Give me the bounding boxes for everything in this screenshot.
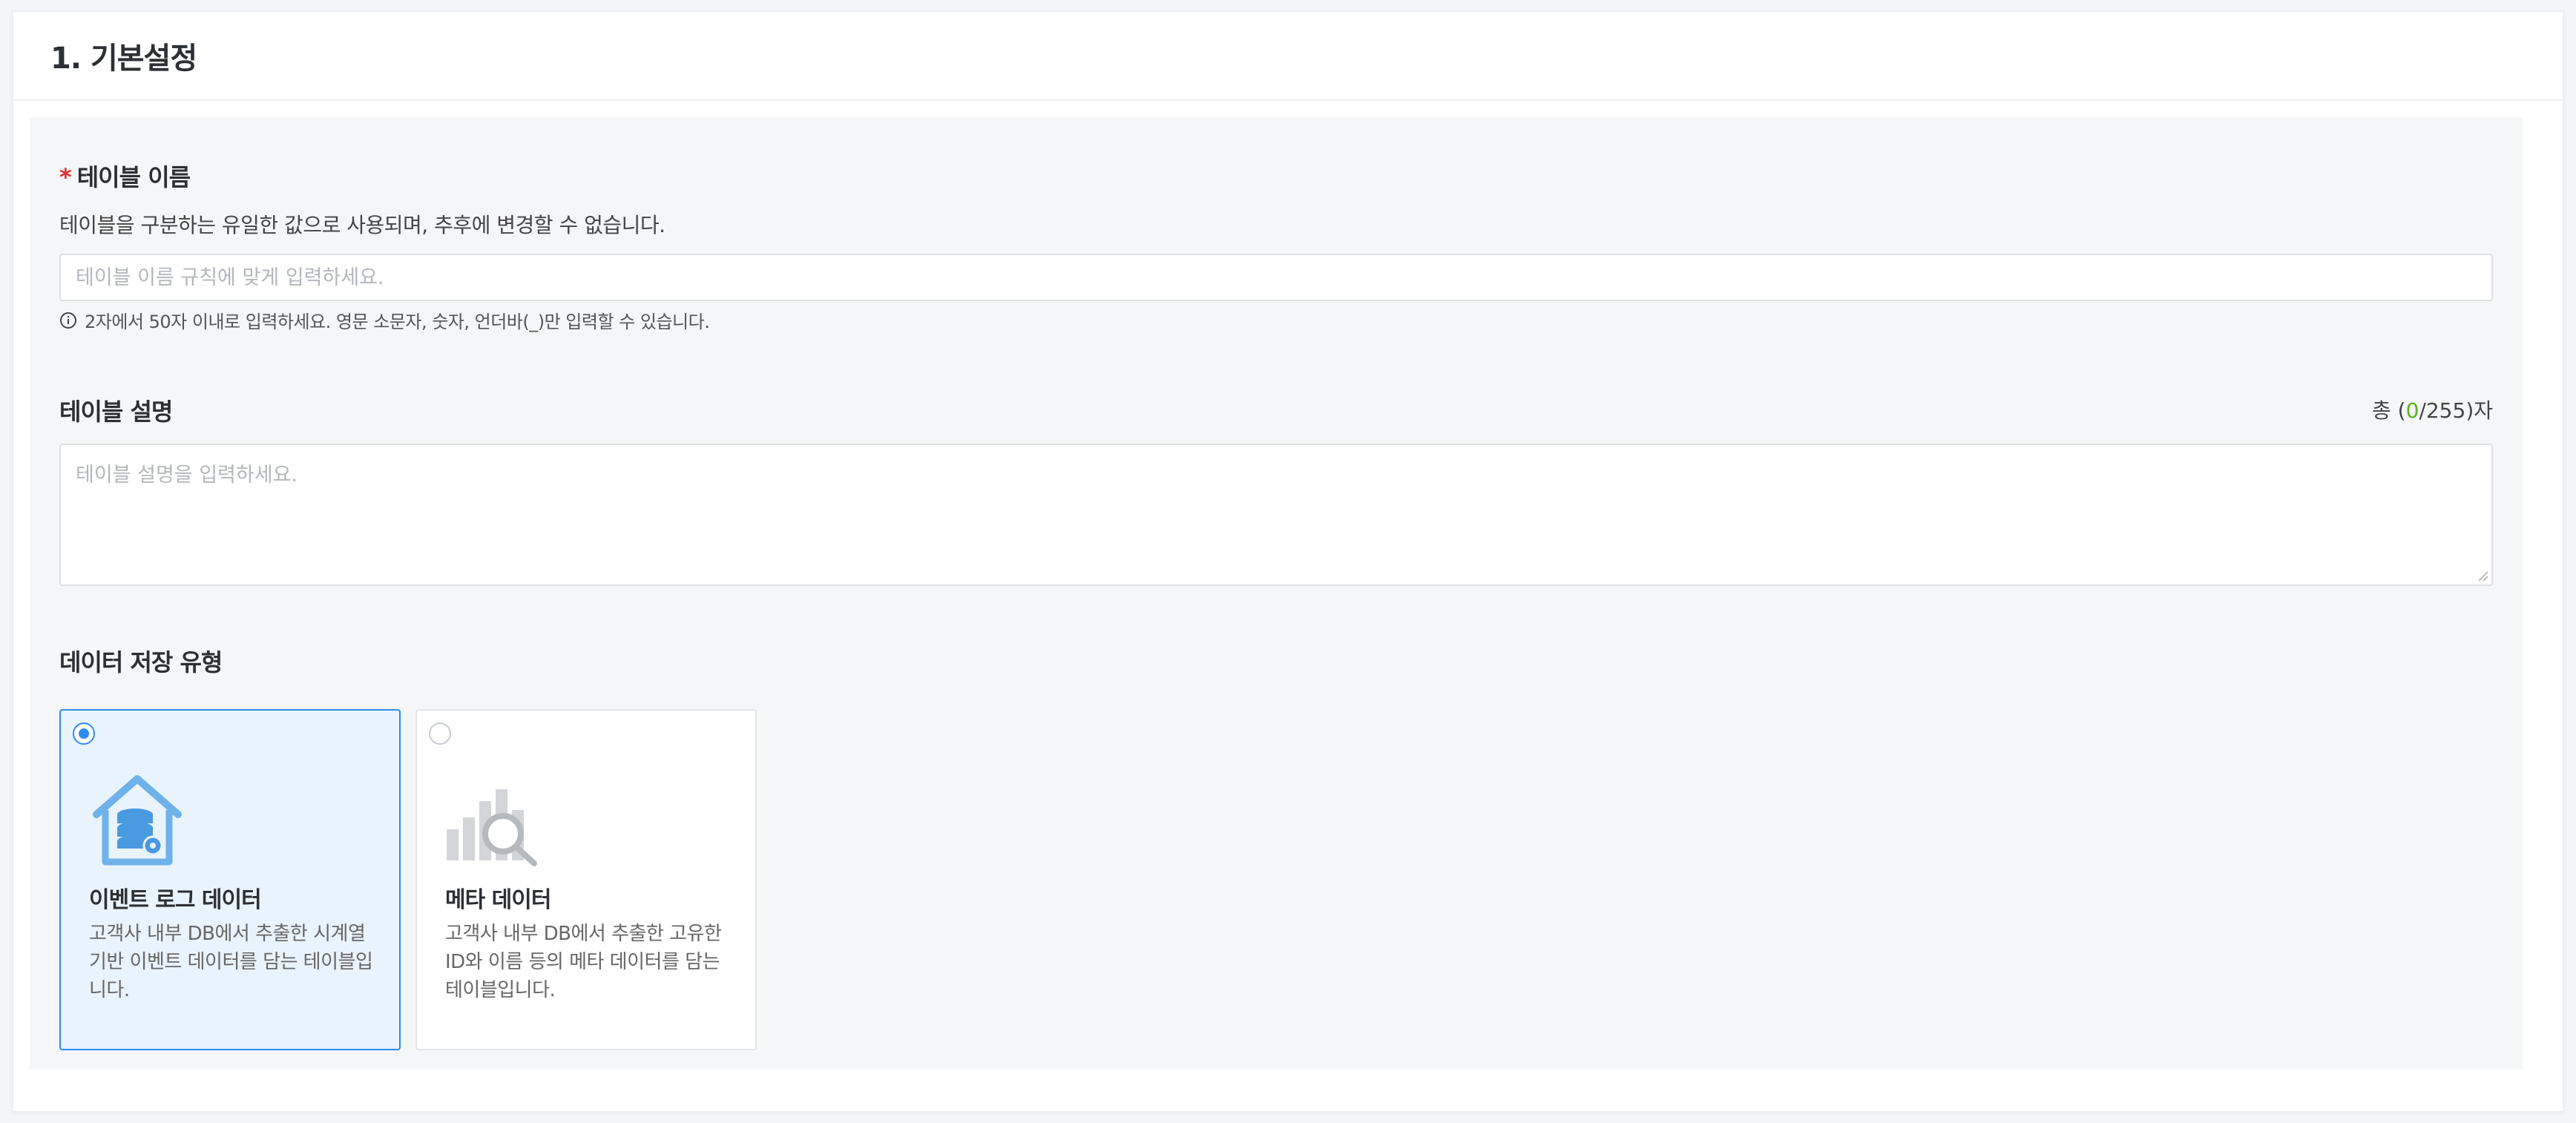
table-name-input[interactable] [61, 255, 2491, 300]
table-description-label: 테이블 설명 [59, 398, 173, 426]
radio-button-selected[interactable] [73, 722, 95, 745]
table-description-field[interactable] [59, 444, 2493, 586]
database-house-icon [93, 775, 182, 866]
option-title: 이벤트 로그 데이터 [89, 887, 262, 913]
resize-grip-icon[interactable] [2475, 568, 2488, 582]
char-count: 0 [2405, 398, 2419, 423]
radio-button-unselected[interactable] [429, 722, 451, 745]
option-description: 고객사 내부 DB에서 추출한 시계열 기반 이벤트 데이터를 담는 테이블입니… [89, 923, 373, 1001]
table-name-description: 테이블을 구분하는 유일한 값으로 사용되며, 추후에 변경할 수 없습니다. [59, 213, 666, 237]
storage-type-label: 데이터 저장 유형 [59, 648, 223, 676]
table-name-hint-text: 2자에서 50자 이내로 입력하세요. 영문 소문자, 숫자, 언더바(_)만 … [85, 312, 710, 332]
storage-option-meta-data[interactable]: 메타 데이터 고객사 내부 DB에서 추출한 고유한 ID와 이름 등의 메타 … [415, 709, 757, 1050]
panel-header: 1. 기본설정 [13, 12, 2563, 101]
option-description: 고객사 내부 DB에서 추출한 고유한 ID와 이름 등의 메타 데이터를 담는… [445, 923, 722, 1001]
settings-form: * 테이블 이름 테이블을 구분하는 유일한 값으로 사용되며, 추후에 변경할 … [30, 117, 2523, 1070]
required-mark: * [59, 163, 72, 191]
option-title: 메타 데이터 [445, 887, 551, 913]
table-description-textarea[interactable] [61, 445, 2491, 584]
table-name-hint: 2자에서 50자 이내로 입력하세요. 영문 소문자, 숫자, 언더바(_)만 … [59, 307, 710, 333]
chart-magnifier-icon [447, 789, 537, 866]
char-counter-prefix: 총 ( [2372, 398, 2406, 423]
char-counter: 총 (0/255)자 [2372, 395, 2493, 424]
table-name-field[interactable] [59, 254, 2493, 301]
table-name-label: * 테이블 이름 [59, 159, 191, 193]
char-counter-suffix: /255)자 [2419, 398, 2493, 423]
section-title: 1. 기본설정 [50, 42, 197, 76]
info-icon [60, 312, 76, 329]
storage-option-event-log[interactable]: 이벤트 로그 데이터 고객사 내부 DB에서 추출한 시계열 기반 이벤트 데이… [59, 709, 401, 1050]
table-name-label-text: 테이블 이름 [76, 163, 191, 191]
